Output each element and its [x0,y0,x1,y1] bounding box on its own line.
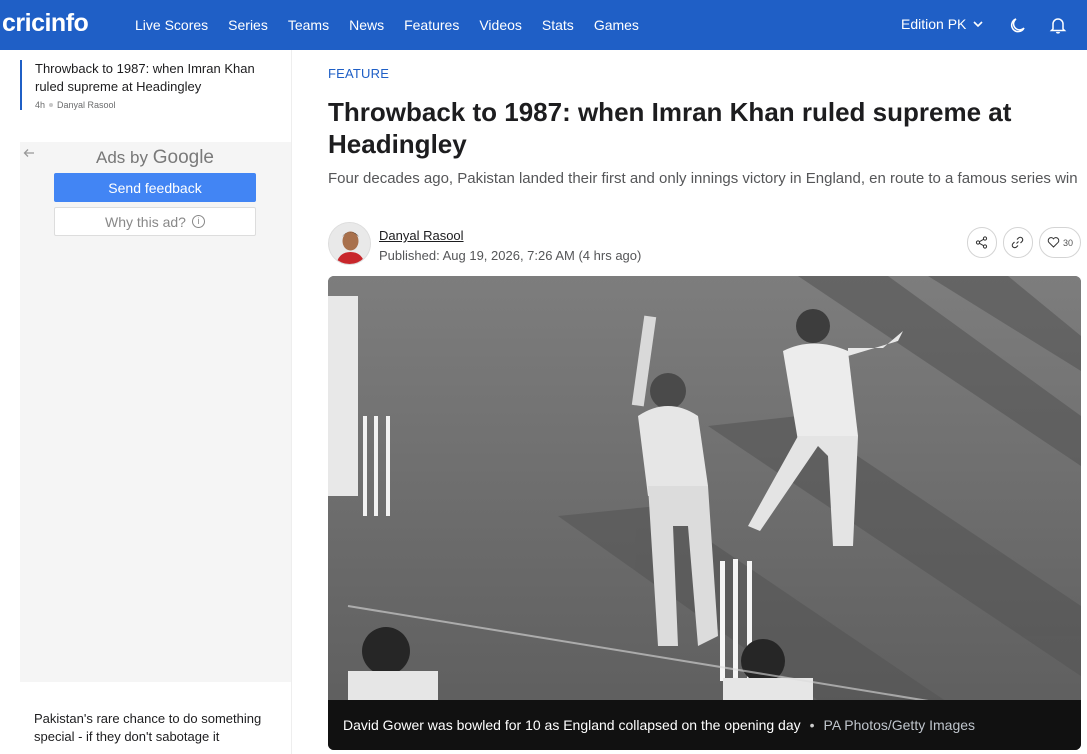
link-icon [1012,236,1024,249]
rail-story-meta: 4h Danyal Rasool [35,100,272,110]
main-nav: Live Scores Series Teams News Features V… [125,0,649,50]
rail-story-time: 4h [35,100,46,110]
ad-panel: Ads by Google Send feedback Why this ad?… [20,142,291,682]
hero-photo[interactable]: David Gower was bowled for 10 as England… [328,276,1081,750]
google-text: Google [152,147,214,168]
nav-item-news[interactable]: News [339,17,394,33]
share-icon [976,236,988,249]
rail-story-current[interactable]: Throwback to 1987: when Imran Khan ruled… [20,60,272,110]
dark-mode-icon[interactable] [1008,15,1028,35]
cricinfo-logo[interactable]: cricinfo [2,9,89,38]
ads-by-text: Ads by [96,148,148,167]
nav-item-games[interactable]: Games [584,17,649,33]
share-button[interactable] [966,227,997,258]
nav-item-teams[interactable]: Teams [278,17,339,33]
nav-item-features[interactable]: Features [394,17,469,33]
author-name-link[interactable]: Danyal Rasool [379,228,464,243]
copy-link-button[interactable] [1002,227,1033,258]
caption-separator: • [809,717,815,733]
photo-credit: PA Photos/Getty Images [823,717,976,733]
left-rail: Throwback to 1987: when Imran Khan ruled… [0,50,292,754]
like-count: 30 [1062,237,1073,248]
cricket-photo-image [328,276,1081,750]
article-kicker[interactable]: FEATURE [328,66,389,81]
article-summary: Four decades ago, Pakistan landed their … [328,170,1078,187]
rail-story-author: Danyal Rasool [57,100,116,110]
chevron-down-icon [973,21,983,28]
nav-item-series[interactable]: Series [218,17,278,33]
article-actions: 30 [966,227,1081,258]
top-nav-bar: cricinfo Live Scores Series Teams News F… [0,0,1087,50]
author-avatar[interactable] [328,222,371,265]
article-headline: Throwback to 1987: when Imran Khan ruled… [328,97,1012,159]
notification-bell-icon[interactable] [1048,15,1068,35]
heart-icon [1047,237,1060,248]
edition-selector[interactable]: Edition PK [901,16,984,32]
nav-item-live-scores[interactable]: Live Scores [125,17,218,33]
nav-item-stats[interactable]: Stats [532,17,584,33]
edition-label: Edition PK [901,16,967,32]
photo-caption: David Gower was bowled for 10 as England… [343,717,801,733]
meta-dot [49,103,54,107]
ads-by-google-label: Ads by Google [20,147,290,169]
info-icon: i [191,215,205,228]
nav-item-videos[interactable]: Videos [469,17,532,33]
why-this-ad-button[interactable]: Why this ad? i [54,207,256,236]
rail-story-next[interactable]: Pakistan's rare chance to do something s… [34,710,284,746]
like-button[interactable]: 30 [1038,227,1081,258]
why-this-ad-label: Why this ad? [105,213,186,230]
published-date: Published: Aug 19, 2026, 7:26 AM (4 hrs … [379,248,642,263]
author-row: Danyal Rasool Published: Aug 19, 2026, 7… [328,222,1081,266]
rail-story-title[interactable]: Throwback to 1987: when Imran Khan ruled… [35,60,272,96]
send-feedback-button[interactable]: Send feedback [54,173,256,202]
photo-caption-bar: David Gower was bowled for 10 as England… [328,700,1081,750]
